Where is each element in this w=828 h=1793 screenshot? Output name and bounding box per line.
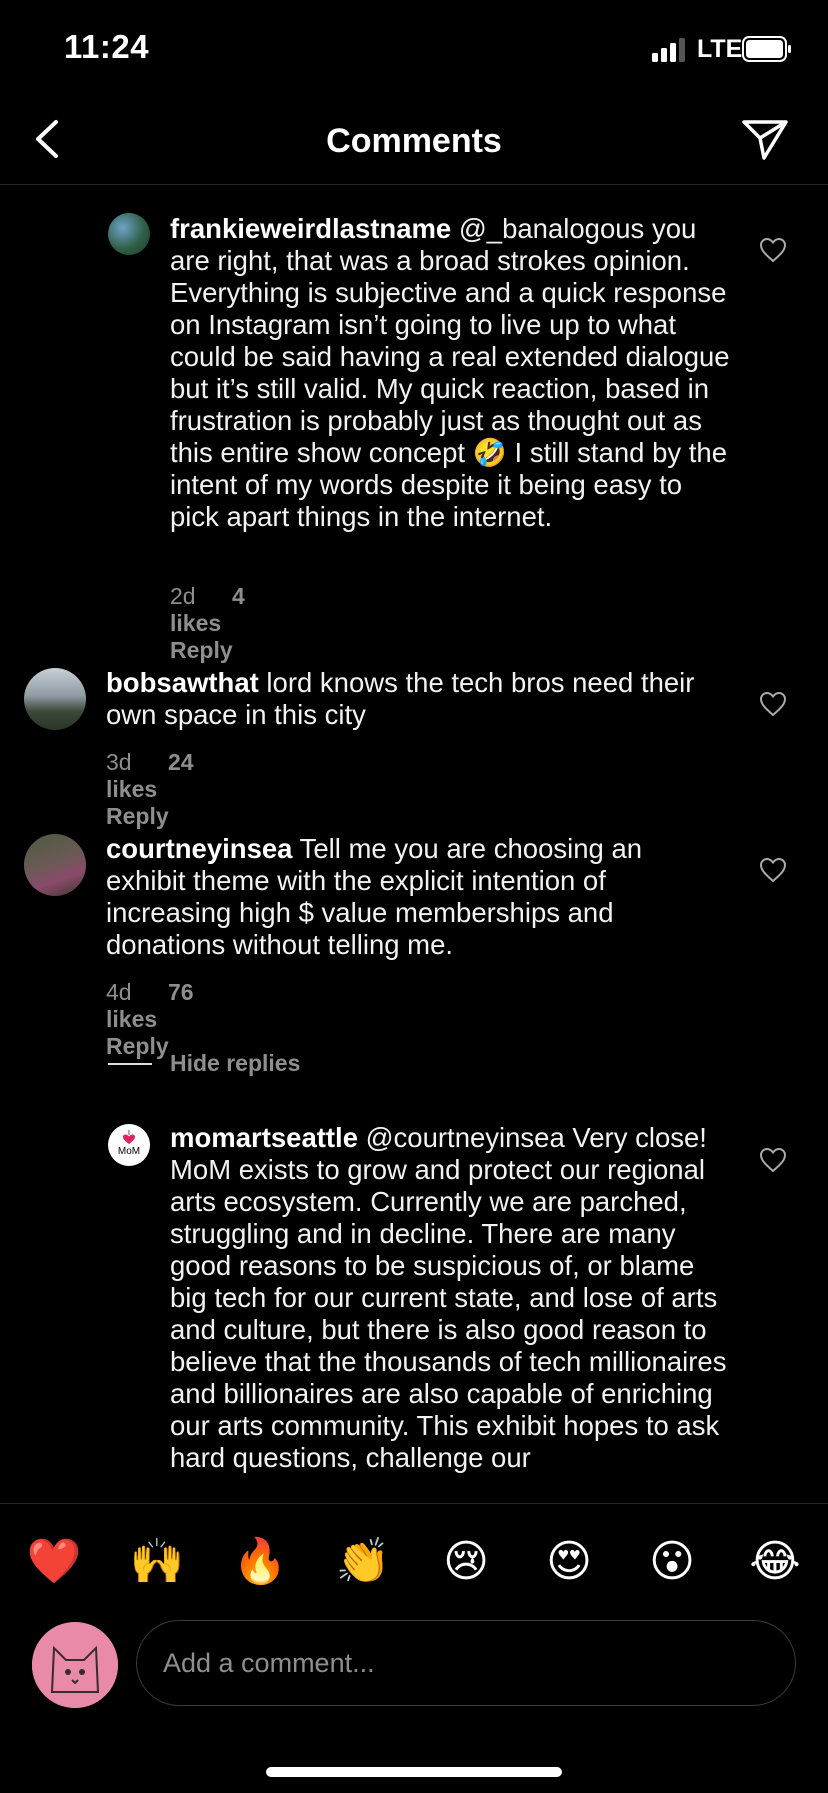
comment-username[interactable]: momartseattle [170,1122,358,1153]
status-bar: 11:24 LTE [0,0,828,100]
avatar[interactable] [108,213,150,255]
emoji-laughing[interactable]: 😂 [745,1534,805,1590]
home-indicator [266,1767,562,1777]
heart-icon[interactable] [759,237,787,263]
emoji-surprised[interactable]: 😮 [642,1534,702,1590]
comment-input[interactable] [136,1620,796,1706]
emoji-clap[interactable]: 👏 [333,1534,393,1590]
cat-avatar-icon [32,1622,118,1708]
comment-username[interactable]: courtneyinsea [106,833,292,864]
direct-share-icon[interactable] [740,114,790,164]
comment-time: 4d [106,979,132,1005]
comment-text: frankieweirdlastname @_banalogous you ar… [170,213,730,533]
avatar[interactable] [24,834,86,896]
signal-icon [652,38,685,62]
page-title: Comments [326,122,502,160]
avatar[interactable]: I MoM [108,1124,150,1166]
comment-text: momartseattle @courtneyinsea Very close!… [170,1122,730,1474]
battery-icon [742,36,791,62]
status-time: 11:24 [64,28,150,65]
header: Comments [0,100,828,185]
reply-button[interactable]: Reply [106,1033,169,1059]
comment-body: @courtneyinsea Very close! MoM exists to… [170,1122,727,1473]
heart-icon[interactable] [759,857,787,883]
emoji-quick-bar: ❤️ 🙌 🔥 👏 😢 😍 😮 😂 [0,1534,828,1594]
reply-button[interactable]: Reply [106,803,169,829]
emoji-heart[interactable]: ❤️ [24,1534,84,1590]
comment-meta: 3d 24 likes Reply [106,749,199,830]
current-user-avatar [32,1622,118,1708]
comment-meta: 4d 76 likes Reply [106,979,199,1060]
divider [108,1063,152,1065]
comment-username[interactable]: bobsawthat [106,667,259,698]
comment-body: @_banalogous you are right, that was a b… [170,213,730,532]
hide-replies-label: Hide replies [170,1050,301,1076]
comment-username[interactable]: frankieweirdlastname [170,213,451,244]
comment-time: 2d [170,583,196,609]
reply-button[interactable]: Reply [170,637,233,663]
heart-icon[interactable] [759,1147,787,1173]
avatar[interactable] [24,668,86,730]
comment-composer: ❤️ 🙌 🔥 👏 😢 😍 😮 😂 [0,1503,828,1793]
emoji-crying[interactable]: 😢 [436,1534,496,1590]
emoji-raised-hands[interactable]: 🙌 [127,1534,187,1590]
mom-logo-icon: I MoM [118,1130,140,1157]
heart-icon[interactable] [759,691,787,717]
emoji-fire[interactable]: 🔥 [230,1534,290,1590]
comment-time: 3d [106,749,132,775]
network-label: LTE [697,35,743,63]
comment-text: courtneyinsea Tell me you are choosing a… [106,833,706,961]
emoji-heart-eyes[interactable]: 😍 [539,1534,599,1590]
svg-text:MoM: MoM [118,1146,140,1157]
comment-text: bobsawthat lord knows the tech bros need… [106,667,706,731]
comment-meta: 2d 4 likes Reply [170,583,263,664]
